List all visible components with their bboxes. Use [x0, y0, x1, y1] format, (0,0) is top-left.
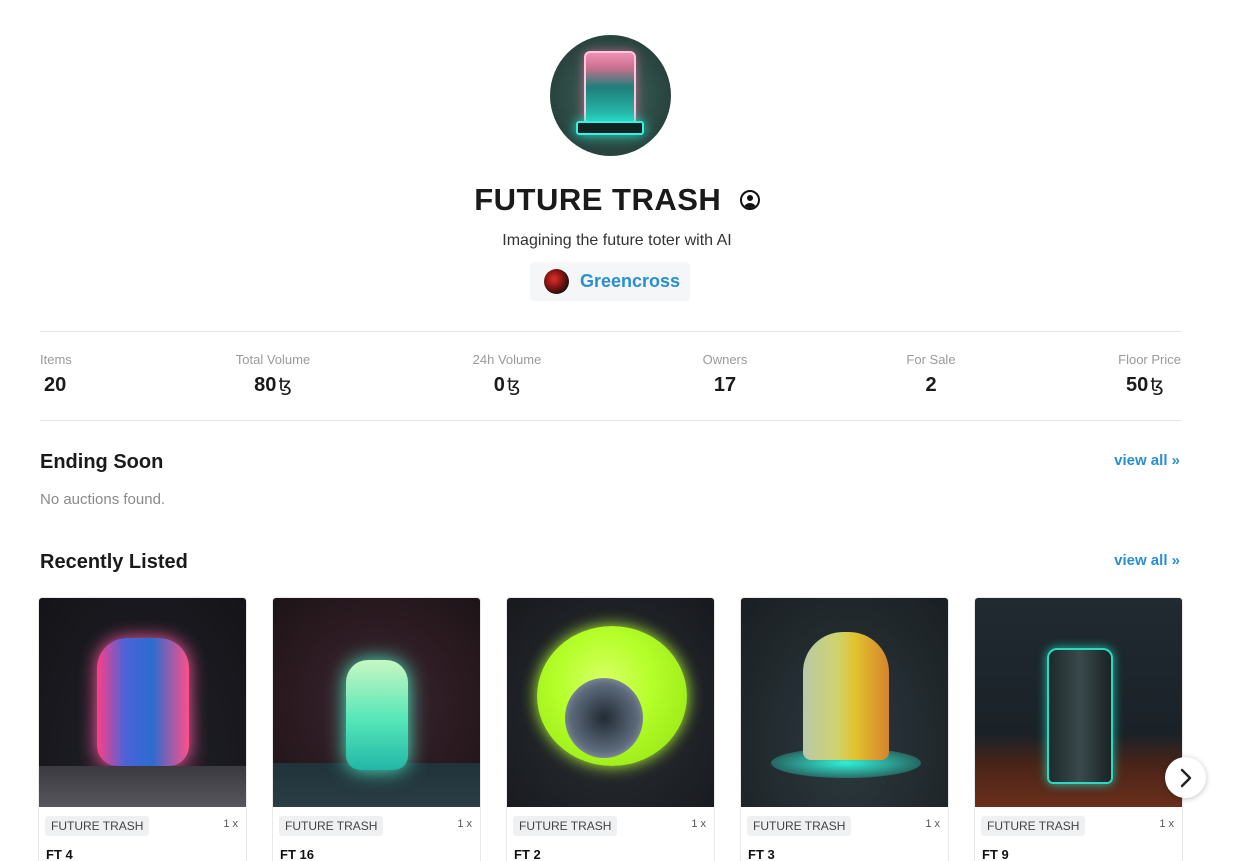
stat-24h-volume: 24h Volume 0ꜩ	[472, 352, 542, 397]
collection-tag[interactable]: FUTURE TRASH	[45, 816, 150, 836]
avatar-art-base	[576, 121, 644, 135]
nft-card[interactable]: FUTURE TRASH 1 x FT 4	[38, 597, 247, 861]
carousel-next-button[interactable]	[1165, 757, 1206, 798]
stat-value: 20	[44, 374, 72, 397]
collection-tag[interactable]: FUTURE TRASH	[747, 816, 852, 836]
avatar-art-box	[584, 51, 636, 123]
edition-count: 1 x	[223, 818, 238, 830]
no-auctions-message: No auctions found.	[40, 491, 166, 508]
stat-floor-price: Floor Price 50 ꜩ	[1114, 352, 1181, 397]
stat-for-sale: For Sale 2	[905, 352, 957, 397]
stat-label: Total Volume	[235, 352, 311, 367]
nft-name[interactable]: FT 4	[46, 847, 73, 861]
ending-soon-title: Ending Soon	[40, 451, 164, 473]
nft-name[interactable]: FT 3	[748, 847, 775, 861]
collection-title: FUTURE TRASH	[474, 182, 722, 217]
recently-listed-view-all-link[interactable]: view all »	[1114, 552, 1180, 569]
stat-label: Owners	[702, 352, 748, 367]
nft-image[interactable]	[507, 598, 714, 807]
collection-tag[interactable]: FUTURE TRASH	[513, 816, 618, 836]
collection-tag[interactable]: FUTURE TRASH	[981, 816, 1086, 836]
nft-name[interactable]: FT 9	[982, 847, 1009, 861]
creator-avatar	[544, 269, 569, 294]
stat-number: 2	[925, 374, 937, 396]
title-row: FUTURE TRASH	[0, 182, 1234, 218]
stat-value: 50 ꜩ	[1114, 374, 1181, 397]
collection-avatar	[550, 35, 671, 156]
nft-image[interactable]	[741, 598, 948, 807]
tez-icon: ꜩ	[506, 375, 521, 396]
nft-card[interactable]: FUTURE TRASH 1 x FT 9	[974, 597, 1183, 861]
stats-bar: Items 20 Total Volume 80 ꜩ 24h Volume 0ꜩ …	[40, 352, 1181, 402]
nft-image[interactable]	[975, 598, 1182, 807]
user-circle-icon[interactable]	[739, 190, 760, 210]
stat-label: Floor Price	[1118, 352, 1181, 367]
tez-icon: ꜩ	[1150, 375, 1164, 396]
stat-items: Items 20	[40, 352, 72, 397]
ending-soon-view-all-link[interactable]: view all »	[1114, 452, 1180, 469]
edition-count: 1 x	[457, 818, 472, 830]
recently-listed-title: Recently Listed	[40, 551, 188, 573]
collection-tag[interactable]: FUTURE TRASH	[279, 816, 384, 836]
nft-image[interactable]	[273, 598, 480, 807]
divider-stats	[40, 420, 1181, 421]
edition-count: 1 x	[691, 818, 706, 830]
creator-name[interactable]: Greencross	[580, 271, 680, 292]
stat-total-volume: Total Volume 80 ꜩ	[234, 352, 312, 397]
stat-number: 20	[44, 374, 67, 396]
stat-owners: Owners 17	[700, 352, 750, 397]
stat-value: 80 ꜩ	[234, 374, 312, 397]
nft-name[interactable]: FT 2	[514, 847, 541, 861]
tez-icon: ꜩ	[278, 375, 292, 396]
stat-number: 0	[493, 374, 505, 396]
stat-number: 80	[254, 374, 277, 396]
creator-link[interactable]: Greencross	[530, 262, 690, 301]
collection-header: FUTURE TRASH Imagining the future toter …	[0, 0, 1234, 330]
nft-card[interactable]: FUTURE TRASH 1 x FT 3	[740, 597, 949, 861]
stat-value: 17	[700, 374, 750, 397]
stat-number: 50	[1126, 374, 1149, 396]
nft-name[interactable]: FT 16	[280, 847, 314, 861]
nft-image[interactable]	[39, 598, 246, 807]
stat-number: 17	[713, 374, 737, 396]
stat-value: 0ꜩ	[472, 374, 542, 397]
nft-card[interactable]: FUTURE TRASH 1 x FT 2	[506, 597, 715, 861]
chevron-right-icon	[1180, 768, 1191, 787]
recently-listed-carousel: FUTURE TRASH 1 x FT 4 FUTURE TRASH 1 x F…	[38, 597, 1198, 861]
divider-top	[40, 331, 1181, 332]
collection-description: Imagining the future toter with AI	[502, 232, 732, 249]
stat-label: Items	[40, 352, 72, 367]
edition-count: 1 x	[925, 818, 940, 830]
stat-label: For Sale	[906, 352, 956, 367]
stat-value: 2	[905, 374, 957, 397]
stat-label: 24h Volume	[472, 352, 542, 367]
edition-count: 1 x	[1159, 818, 1174, 830]
nft-card[interactable]: FUTURE TRASH 1 x FT 16	[272, 597, 481, 861]
